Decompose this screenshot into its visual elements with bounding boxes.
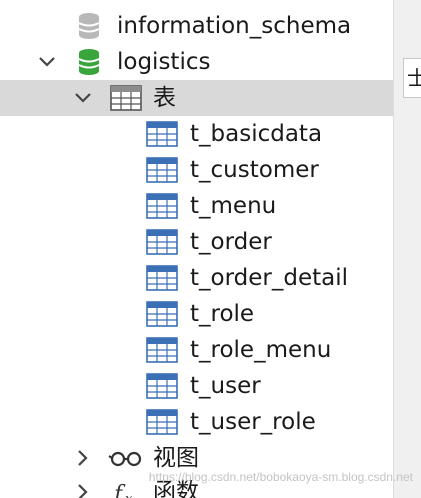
table-icon — [146, 373, 178, 399]
view-glasses-icon — [108, 449, 144, 467]
chevron-down-icon[interactable] — [72, 87, 94, 109]
tree-item-label: t_user — [190, 373, 261, 399]
tree-item-table[interactable]: t_role — [0, 296, 393, 332]
table-icon — [146, 229, 178, 255]
table-folder-icon — [110, 85, 142, 111]
tree-item-table[interactable]: t_user — [0, 368, 393, 404]
table-icon — [146, 409, 178, 435]
tree-item-tables-folder[interactable]: 表 — [0, 80, 393, 116]
tree-item-label: t_order — [190, 229, 272, 255]
function-fx-icon: f x — [112, 479, 142, 498]
tree-item-table[interactable]: t_role_menu — [0, 332, 393, 368]
tree-item-label: t_order_detail — [190, 265, 348, 291]
svg-text:x: x — [125, 492, 133, 498]
svg-text:f: f — [112, 482, 126, 498]
tree-item-label: t_menu — [190, 193, 277, 219]
table-icon — [146, 265, 178, 291]
tree-item-logistics[interactable]: logistics — [0, 44, 393, 80]
table-icon — [146, 157, 178, 183]
tree-item-label: t_basicdata — [190, 121, 323, 147]
right-pane-edge: 士 — [393, 0, 421, 498]
tree-item-table[interactable]: t_menu — [0, 188, 393, 224]
object-tab[interactable]: 士 — [403, 58, 421, 98]
table-icon — [146, 193, 178, 219]
tree-item-table[interactable]: t_user_role — [0, 404, 393, 440]
database-icon — [76, 12, 102, 40]
table-icon — [146, 337, 178, 363]
table-icon — [146, 301, 178, 327]
chevron-right-icon[interactable] — [72, 447, 94, 469]
tree-item-table[interactable]: t_order — [0, 224, 393, 260]
tree-item-label: 表 — [153, 85, 176, 111]
tree-item-label: t_role — [190, 301, 255, 327]
object-tree: information_schema logistics 表 t_basicda… — [0, 0, 393, 498]
tree-item-table[interactable]: t_basicdata — [0, 116, 393, 152]
watermark-text: https://blog.csdn.net/bobokaoya-sm.blog.… — [148, 470, 413, 484]
tree-item-label: information_schema — [117, 13, 352, 39]
navicat-tree-panel: information_schema logistics 表 t_basicda… — [0, 0, 421, 498]
chevron-down-icon[interactable] — [36, 51, 58, 73]
tree-item-label: t_customer — [190, 157, 319, 183]
database-icon — [76, 48, 102, 76]
tree-item-label: logistics — [117, 49, 211, 75]
tree-item-label: t_role_menu — [190, 337, 332, 363]
table-icon — [146, 121, 178, 147]
tree-item-label: t_user_role — [190, 409, 316, 435]
tree-item-table[interactable]: t_order_detail — [0, 260, 393, 296]
tree-item-information-schema[interactable]: information_schema — [0, 8, 393, 44]
chevron-right-icon[interactable] — [72, 481, 94, 498]
tree-item-table[interactable]: t_customer — [0, 152, 393, 188]
